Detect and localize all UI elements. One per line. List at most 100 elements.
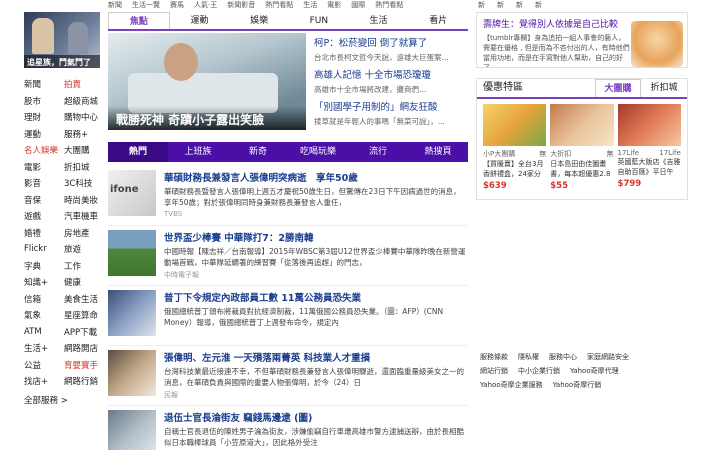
news-thumbnail[interactable] [108,410,156,450]
service-nav-link[interactable]: 網路行銷 [64,375,104,387]
tab-category-2[interactable]: 新奇 [228,142,288,162]
top-link[interactable]: 新 [535,1,542,8]
news-title[interactable]: 普丁下令規定內政部員工數 11萬公務員恐失業 [164,290,468,304]
news-thumbnail[interactable] [108,230,156,276]
top-link[interactable]: 熱門看點 [265,1,293,8]
spotlight-item-title[interactable]: 高雄人記憶 十全市場恐瓊瓊 [314,67,468,81]
top-link[interactable]: 生活一覽 [132,1,160,8]
footer-link[interactable]: 網站行銷 [480,366,508,376]
sponsored-article[interactable]: 壽牌生：覺得別人依據是自己比較 【tumblr專欄】身為追拍一組人事會的藝人，需… [476,12,688,68]
tab-spotlight-0[interactable]: 焦點 [108,12,170,29]
service-nav-link[interactable]: 名人娛樂 [24,144,64,156]
service-nav-link[interactable]: 影音 [24,177,64,189]
top-link[interactable]: 新 [497,1,504,8]
news-item[interactable]: 退伍士官長淪街友 竊錢馬邊逮 (圖) 自稱士官長退伍的陳姓男子淪為街友，涉嫌偷竊自… [108,406,468,450]
tab-spotlight-3[interactable]: FUN [289,12,349,29]
news-item[interactable]: 張偉明、左元淮 一天殞落兩菁英 科技業人才重損 台灣科技業最近接連不幸，不但華碩財… [108,346,468,406]
news-item[interactable]: 普丁下令規定內政部員工數 11萬公務員恐失業 俄國總統普丁頒布將裁員對抗經濟制裁，… [108,286,468,346]
footer-link[interactable]: 隱私權 [518,352,539,362]
service-nav-link[interactable]: 網路開店 [64,342,104,354]
top-link[interactable]: 生活 [303,1,317,8]
news-thumbnail[interactable] [108,170,156,216]
footer-link[interactable]: Yahoo奇摩行銷 [553,380,602,390]
service-nav-link[interactable]: 字典 [24,260,64,272]
service-nav-link[interactable]: APP下載 [64,326,104,338]
news-thumbnail[interactable] [108,290,156,336]
service-nav-link[interactable]: 婚禮 [24,227,64,239]
footer-link[interactable]: Yahoo奇摩企業服務 [480,380,543,390]
service-nav-link[interactable]: 公益 [24,359,64,371]
service-nav-link[interactable]: 美食生活 [64,293,104,305]
service-nav-link[interactable]: 3C科技 [64,177,104,189]
footer-link[interactable]: 服務中心 [549,352,577,362]
deal-name[interactable]: 日本島田由佳圖畫書，每本超優惠2.8折 [550,160,613,179]
footer-link[interactable]: 家庭網路安全 [587,352,629,362]
news-title[interactable]: 世界盃少棒賽 中華隊打7：2勝南韓 [164,230,468,244]
service-nav-link[interactable]: 知識+ [24,276,64,288]
tab-group-buy[interactable]: 大團購 [595,79,641,97]
service-nav-link[interactable]: 折扣城 [64,161,104,173]
top-link[interactable]: 新聞 [108,1,122,8]
service-nav-link[interactable]: 育嬰寶手 [64,359,104,371]
top-link[interactable]: 新 [478,1,485,8]
news-title[interactable]: 退伍士官長淪街友 竊錢馬邊逮 (圖) [164,410,468,424]
tab-category-5[interactable]: 熱搜頁 [408,142,468,162]
footer-link[interactable]: 中小企業行銷 [518,366,560,376]
sidebar-promo-thumbnail[interactable]: 追星族，鬥氣鬥了 [24,12,100,68]
service-nav-link[interactable]: ATM [24,327,64,337]
service-nav-link[interactable]: 股市 [24,95,64,107]
service-nav-link[interactable]: 超級商城 [64,95,104,107]
service-nav-link[interactable]: 生活+ [24,342,64,354]
service-nav-link[interactable]: 房地產 [64,227,104,239]
news-title[interactable]: 華碩財務長兼發言人張偉明突病逝 享年50歲 [164,170,468,184]
tab-category-0[interactable]: 熱門 [108,142,168,162]
service-nav-link[interactable]: 時尚美妝 [64,194,104,206]
top-link[interactable]: 人氣·王 [194,1,217,8]
service-nav-link[interactable]: 旅遊 [64,243,104,255]
tab-discount[interactable]: 折扣城 [641,79,687,97]
top-link[interactable]: 新 [516,1,523,8]
top-link[interactable]: 熱門看點 [375,1,403,8]
footer-link[interactable]: 服務條款 [480,352,508,362]
sponsored-title[interactable]: 壽牌生：覺得別人依據是自己比較 [483,17,618,30]
top-link[interactable]: 國際 [351,1,365,8]
service-nav-link[interactable]: 工作 [64,260,104,272]
deal-item[interactable]: 大折扣 無日本島田由佳圖畫書，每本超優惠2.8折 $55 [548,104,615,191]
deal-item[interactable]: 17Life 17Life英國藍大飯店《吉雅自助百匯》平日午餐... $799 [616,104,683,191]
footer-link[interactable]: Yahoo奇摩代理 [570,366,619,376]
service-nav-link[interactable]: 大團購 [64,144,104,156]
service-nav-link[interactable]: 電影 [24,161,64,173]
news-item[interactable]: 世界盃少棒賽 中華隊打7：2勝南韓 中國時報【陳志祥／台南報導】2015年WBSC… [108,226,468,286]
spotlight-item-title[interactable]: 柯P：松菸變回 倒了就算了 [314,35,468,49]
spotlight-item[interactable]: 高雄人記憶 十全市場恐瓊瓊 高雄市十全市場將改建，攤商們... [314,65,468,97]
tab-spotlight-1[interactable]: 運動 [170,12,230,29]
top-link[interactable]: 電影 [327,1,341,8]
service-nav-link[interactable]: 氣象 [24,309,64,321]
service-nav-link[interactable]: 汽車機車 [64,210,104,222]
news-title[interactable]: 張偉明、左元淮 一天殞落兩菁英 科技業人才重損 [164,350,468,364]
service-nav-link[interactable]: 新聞 [24,78,64,90]
all-services-link[interactable]: 全部服務 > [24,394,104,406]
service-nav-link[interactable]: 理財 [24,111,64,123]
service-nav-link[interactable]: 信箱 [24,293,64,305]
news-item[interactable]: 華碩財務長兼發言人張偉明突病逝 享年50歲華碩財務長暨發言人張偉明上週五才慶祝5… [108,166,468,226]
tab-spotlight-2[interactable]: 娛樂 [229,12,289,29]
service-nav-link[interactable]: Flickr [24,244,64,254]
deal-name[interactable]: 【買暖賣】全台3月香餅禮盒，24家分店通用... [483,160,546,179]
tab-category-4[interactable]: 流行 [348,142,408,162]
tab-category-1[interactable]: 上班族 [168,142,228,162]
service-nav-link[interactable]: 遊戲 [24,210,64,222]
top-link[interactable]: 新聞影音 [227,1,255,8]
news-thumbnail[interactable] [108,350,156,396]
spotlight-item-title[interactable]: 「別國學子用制的」網友狂酸 [314,99,468,113]
deal-image[interactable] [550,104,614,146]
spotlight-hero-image[interactable]: 戰勝死神 奇蹟小子露出笑臉 [108,33,306,130]
service-nav-link[interactable]: 星座算命 [64,309,104,321]
top-link[interactable]: 賽馬 [170,1,184,8]
deal-item[interactable]: 小P大團購 無【買暖賣】全台3月香餅禮盒，24家分店通用... $639 [481,104,548,191]
tab-spotlight-5[interactable]: 看片 [408,12,468,29]
spotlight-item[interactable]: 「別國學子用制的」網友狂酸 揉草就是年輕人的事嗎「無菜可說」，... [314,97,468,129]
service-nav-link[interactable]: 運動 [24,128,64,140]
service-nav-link[interactable]: 健康 [64,276,104,288]
service-nav-link[interactable]: 找店+ [24,375,64,387]
